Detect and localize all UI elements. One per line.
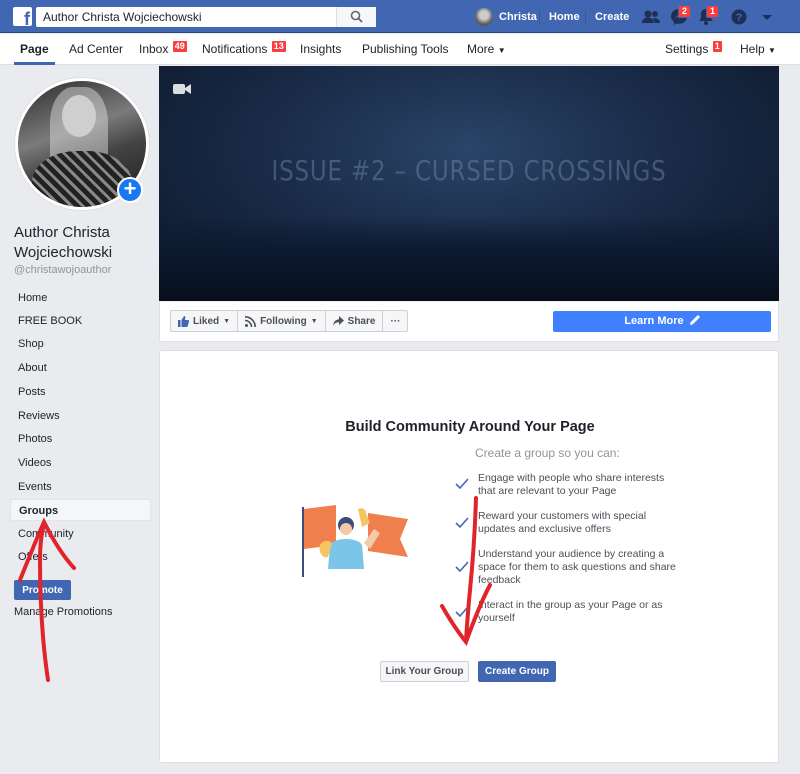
share-arrow-icon bbox=[332, 316, 344, 326]
tab-ad-center[interactable]: Ad Center bbox=[69, 34, 123, 65]
chevron-down-icon: ▼ bbox=[497, 46, 506, 55]
video-camera-icon bbox=[173, 84, 191, 94]
sidebar-item-events[interactable]: Events bbox=[10, 476, 151, 498]
tab-page[interactable]: Page bbox=[14, 34, 55, 65]
more-dots-icon: ··· bbox=[390, 315, 401, 327]
build-community-card: Build Community Around Your Page Create … bbox=[159, 350, 779, 763]
sidebar-item-about[interactable]: About bbox=[10, 357, 151, 379]
avatar bbox=[475, 7, 493, 26]
community-illustration bbox=[302, 505, 408, 577]
tab-settings[interactable]: Settings 1 bbox=[665, 34, 722, 65]
tab-help[interactable]: Help ▼ bbox=[740, 34, 776, 65]
search-icon bbox=[350, 10, 363, 23]
account-menu-chevron-icon[interactable] bbox=[756, 6, 778, 28]
tab-inbox-label: Inbox bbox=[139, 42, 169, 56]
benefit-text: Understand your audience by creating a s… bbox=[478, 548, 676, 586]
sidebar-item-groups[interactable]: Groups bbox=[10, 499, 151, 521]
sidebar-item-videos[interactable]: Videos bbox=[10, 452, 151, 474]
following-label: Following bbox=[260, 315, 307, 327]
sidebar-item-reviews[interactable]: Reviews bbox=[10, 405, 151, 427]
page-navigation: Page Ad Center Inbox 49 Notifications 13… bbox=[0, 34, 800, 65]
sidebar-item-shop[interactable]: Shop bbox=[10, 333, 151, 355]
card-title: Build Community Around Your Page bbox=[345, 419, 595, 435]
settings-badge: 1 bbox=[712, 41, 722, 52]
sidebar-item-offers[interactable]: Offers bbox=[10, 546, 151, 568]
search-button[interactable] bbox=[336, 7, 376, 27]
friend-requests-icon[interactable] bbox=[640, 6, 662, 28]
liked-label: Liked bbox=[193, 315, 220, 327]
profile-link[interactable]: Christa bbox=[475, 0, 537, 33]
sidebar-item-posts[interactable]: Posts bbox=[10, 381, 151, 403]
check-icon bbox=[455, 606, 469, 618]
messages-badge: 2 bbox=[678, 5, 692, 18]
svg-text:?: ? bbox=[736, 12, 743, 24]
tab-more[interactable]: More ▼ bbox=[467, 34, 506, 65]
promote-button[interactable]: Promote bbox=[14, 580, 71, 600]
top-navigation-bar: f Christa Home Create 2 1 ? bbox=[0, 0, 800, 33]
more-options-button[interactable]: ··· bbox=[383, 311, 407, 331]
profile-name: Christa bbox=[499, 10, 537, 23]
page-username[interactable]: @christawojoauthor bbox=[14, 264, 111, 276]
page-title-line2: Wojciechowski bbox=[14, 244, 113, 261]
benefit-text: Interact in the group as your Page or as… bbox=[478, 599, 663, 624]
chevron-down-icon: ▼ bbox=[223, 317, 231, 325]
sidebar-item-free-book[interactable]: FREE BOOK bbox=[10, 310, 151, 332]
divider bbox=[585, 10, 586, 24]
cover-title: ISSUE #2 – CURSED CROSSINGS bbox=[271, 154, 667, 187]
following-button[interactable]: Following ▼ bbox=[238, 311, 326, 331]
sidebar-item-home[interactable]: Home bbox=[10, 287, 151, 309]
inbox-badge: 49 bbox=[172, 41, 187, 52]
tab-help-label: Help bbox=[740, 42, 765, 56]
create-group-button[interactable]: Create Group bbox=[478, 661, 556, 682]
notifications-tab-badge: 13 bbox=[271, 41, 286, 52]
search-input[interactable] bbox=[36, 7, 336, 27]
page-title-line1: Author Christa bbox=[14, 224, 110, 241]
help-icon[interactable]: ? bbox=[728, 6, 750, 28]
check-icon bbox=[455, 517, 469, 529]
share-label: Share bbox=[347, 315, 376, 327]
tab-settings-label: Settings bbox=[665, 42, 709, 56]
tab-insights[interactable]: Insights bbox=[300, 34, 341, 65]
rss-icon bbox=[245, 315, 257, 327]
plus-icon: + bbox=[123, 176, 137, 201]
tab-notifications[interactable]: Notifications 13 bbox=[202, 34, 286, 65]
learn-more-button[interactable]: Learn More bbox=[553, 311, 771, 332]
cover-waves bbox=[159, 216, 779, 301]
add-photo-button[interactable]: + bbox=[117, 177, 143, 203]
search-box bbox=[36, 7, 376, 27]
home-link[interactable]: Home bbox=[549, 11, 580, 23]
share-button[interactable]: Share bbox=[326, 311, 384, 331]
sidebar-item-photos[interactable]: Photos bbox=[10, 428, 151, 450]
create-link[interactable]: Create bbox=[595, 11, 629, 23]
tab-more-label: More bbox=[467, 42, 495, 56]
chevron-down-icon: ▼ bbox=[310, 317, 318, 325]
sidebar-item-community[interactable]: Community bbox=[10, 523, 151, 545]
tab-inbox[interactable]: Inbox 49 bbox=[139, 34, 187, 65]
action-button-group: Liked ▼ Following ▼ Share ··· bbox=[170, 310, 409, 332]
notifications-badge: 1 bbox=[706, 5, 720, 18]
facebook-logo-icon[interactable]: f bbox=[13, 7, 32, 28]
check-icon bbox=[455, 478, 469, 490]
cover-video[interactable]: ISSUE #2 – CURSED CROSSINGS bbox=[159, 66, 779, 301]
chevron-down-icon: ▼ bbox=[768, 46, 776, 55]
tab-notifications-label: Notifications bbox=[202, 42, 268, 56]
learn-more-label: Learn More bbox=[624, 315, 684, 327]
thumbs-up-icon bbox=[178, 315, 189, 327]
link-your-group-button[interactable]: Link Your Group bbox=[380, 661, 469, 682]
card-subtitle: Create a group so you can: bbox=[475, 446, 620, 460]
check-icon bbox=[455, 561, 469, 573]
tab-publishing-tools[interactable]: Publishing Tools bbox=[362, 34, 449, 65]
page-action-bar: Liked ▼ Following ▼ Share ··· Learn More bbox=[159, 302, 779, 342]
benefit-text: Engage with people who share interests t… bbox=[478, 472, 665, 497]
manage-promotions-link[interactable]: Manage Promotions bbox=[14, 606, 112, 618]
pencil-icon bbox=[689, 315, 700, 325]
page-title[interactable]: Author Christa Wojciechowski bbox=[14, 223, 154, 263]
benefit-text: Reward your customers with special updat… bbox=[478, 510, 647, 535]
divider bbox=[539, 10, 540, 24]
liked-button[interactable]: Liked ▼ bbox=[171, 311, 239, 331]
